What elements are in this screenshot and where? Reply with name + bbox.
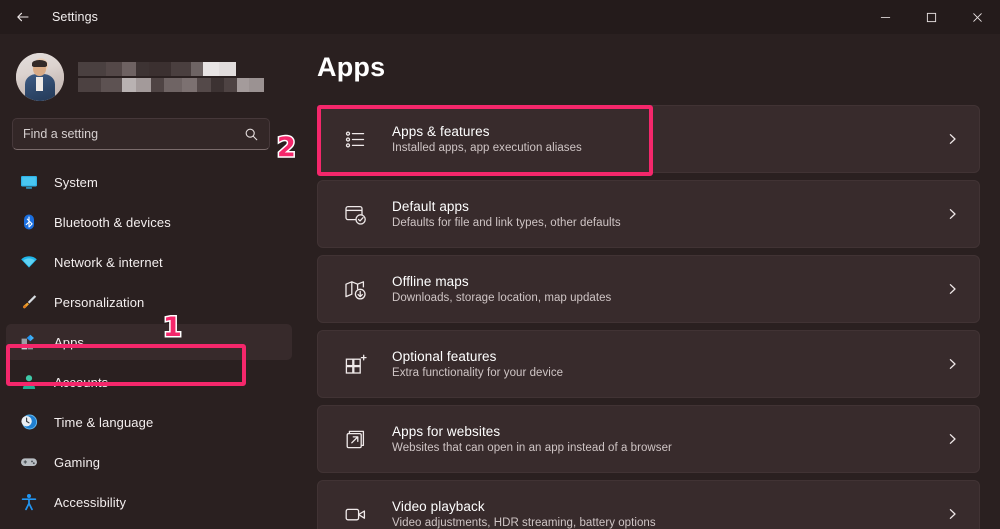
offline-maps-card[interactable]: Offline maps Downloads, storage location…	[317, 255, 980, 323]
list-bullets-icon	[342, 126, 368, 152]
sidebar-item-gaming[interactable]: Gaming	[6, 444, 292, 480]
sidebar-item-time-language[interactable]: Time & language	[6, 404, 292, 440]
back-button[interactable]	[6, 2, 40, 32]
sidebar-nav-list: System Bluetooth & devices	[0, 164, 300, 520]
chevron-right-icon	[946, 508, 959, 521]
main-content: Apps Apps & features Installed apps, app…	[300, 34, 1000, 529]
gamepad-icon	[18, 451, 40, 473]
settings-card-list: Apps & features Installed apps, app exec…	[300, 83, 1000, 529]
card-subtitle: Websites that can open in an app instead…	[392, 442, 672, 454]
paintbrush-icon	[18, 291, 40, 313]
sidebar-item-label: System	[54, 175, 98, 190]
sidebar-item-label: Bluetooth & devices	[54, 215, 171, 230]
search-icon	[244, 127, 259, 142]
sidebar-item-network-internet[interactable]: Network & internet	[6, 244, 292, 280]
title-bar: Settings	[0, 0, 1000, 34]
card-subtitle: Defaults for file and link types, other …	[392, 217, 621, 229]
sidebar-item-accounts[interactable]: Accounts	[6, 364, 292, 400]
avatar-shirt	[36, 77, 43, 91]
window-title: Settings	[52, 10, 98, 24]
card-title: Optional features	[392, 349, 563, 364]
search-field-wrapper[interactable]	[12, 118, 270, 150]
minimize-icon	[880, 12, 891, 23]
video-playback-card[interactable]: Video playback Video adjustments, HDR st…	[317, 480, 980, 529]
sidebar: System Bluetooth & devices	[0, 34, 300, 529]
clock-globe-icon	[18, 411, 40, 433]
accessibility-icon	[18, 491, 40, 513]
redacted-name-line	[78, 62, 264, 76]
settings-window: Settings	[0, 0, 1000, 529]
sidebar-item-label: Accessibility	[54, 495, 126, 510]
redacted-email-line	[78, 78, 264, 92]
card-title: Apps & features	[392, 124, 582, 139]
apps-icon	[18, 331, 40, 353]
sidebar-item-bluetooth-devices[interactable]: Bluetooth & devices	[6, 204, 292, 240]
card-subtitle: Video adjustments, HDR streaming, batter…	[392, 517, 656, 529]
apps-for-websites-card[interactable]: Apps for websites Websites that can open…	[317, 405, 980, 473]
card-subtitle: Installed apps, app execution aliases	[392, 142, 582, 154]
video-camera-icon	[342, 501, 368, 527]
close-icon	[972, 12, 983, 23]
sidebar-item-label: Time & language	[54, 415, 153, 430]
back-arrow-icon	[15, 9, 31, 25]
page-title: Apps	[300, 34, 1000, 83]
wifi-icon	[18, 251, 40, 273]
default-apps-card[interactable]: Default apps Defaults for file and link …	[317, 180, 980, 248]
avatar-hair	[32, 60, 47, 67]
sidebar-item-system[interactable]: System	[6, 164, 292, 200]
sidebar-item-personalization[interactable]: Personalization	[6, 284, 292, 320]
maximize-icon	[926, 12, 937, 23]
chevron-right-icon	[946, 358, 959, 371]
sidebar-item-accessibility[interactable]: Accessibility	[6, 484, 292, 520]
minimize-button[interactable]	[862, 0, 908, 34]
monitor-icon	[18, 171, 40, 193]
avatar[interactable]	[16, 53, 64, 101]
optional-features-card[interactable]: Optional features Extra functionality fo…	[317, 330, 980, 398]
chevron-right-icon	[946, 283, 959, 296]
person-icon	[18, 371, 40, 393]
chevron-right-icon	[946, 208, 959, 221]
window-check-icon	[342, 201, 368, 227]
grid-plus-icon	[342, 351, 368, 377]
search-box[interactable]	[12, 118, 270, 150]
window-controls	[862, 0, 1000, 34]
sidebar-item-label: Network & internet	[54, 255, 163, 270]
sidebar-item-label: Apps	[54, 335, 84, 350]
card-title: Default apps	[392, 199, 621, 214]
account-name-redacted	[78, 62, 264, 92]
bluetooth-icon	[18, 211, 40, 233]
card-subtitle: Downloads, storage location, map updates	[392, 292, 611, 304]
maximize-button[interactable]	[908, 0, 954, 34]
card-title: Video playback	[392, 499, 656, 514]
chevron-right-icon	[946, 133, 959, 146]
map-download-icon	[342, 276, 368, 302]
search-input[interactable]	[23, 127, 244, 141]
card-title: Offline maps	[392, 274, 611, 289]
close-button[interactable]	[954, 0, 1000, 34]
page-arrow-icon	[342, 426, 368, 452]
card-subtitle: Extra functionality for your device	[392, 367, 563, 379]
chevron-right-icon	[946, 433, 959, 446]
apps-features-card[interactable]: Apps & features Installed apps, app exec…	[317, 105, 980, 173]
sidebar-item-apps[interactable]: Apps	[6, 324, 292, 360]
sidebar-item-label: Gaming	[54, 455, 100, 470]
sidebar-item-label: Personalization	[54, 295, 144, 310]
account-profile[interactable]	[0, 34, 300, 108]
sidebar-item-label: Accounts	[54, 375, 108, 390]
card-title: Apps for websites	[392, 424, 672, 439]
